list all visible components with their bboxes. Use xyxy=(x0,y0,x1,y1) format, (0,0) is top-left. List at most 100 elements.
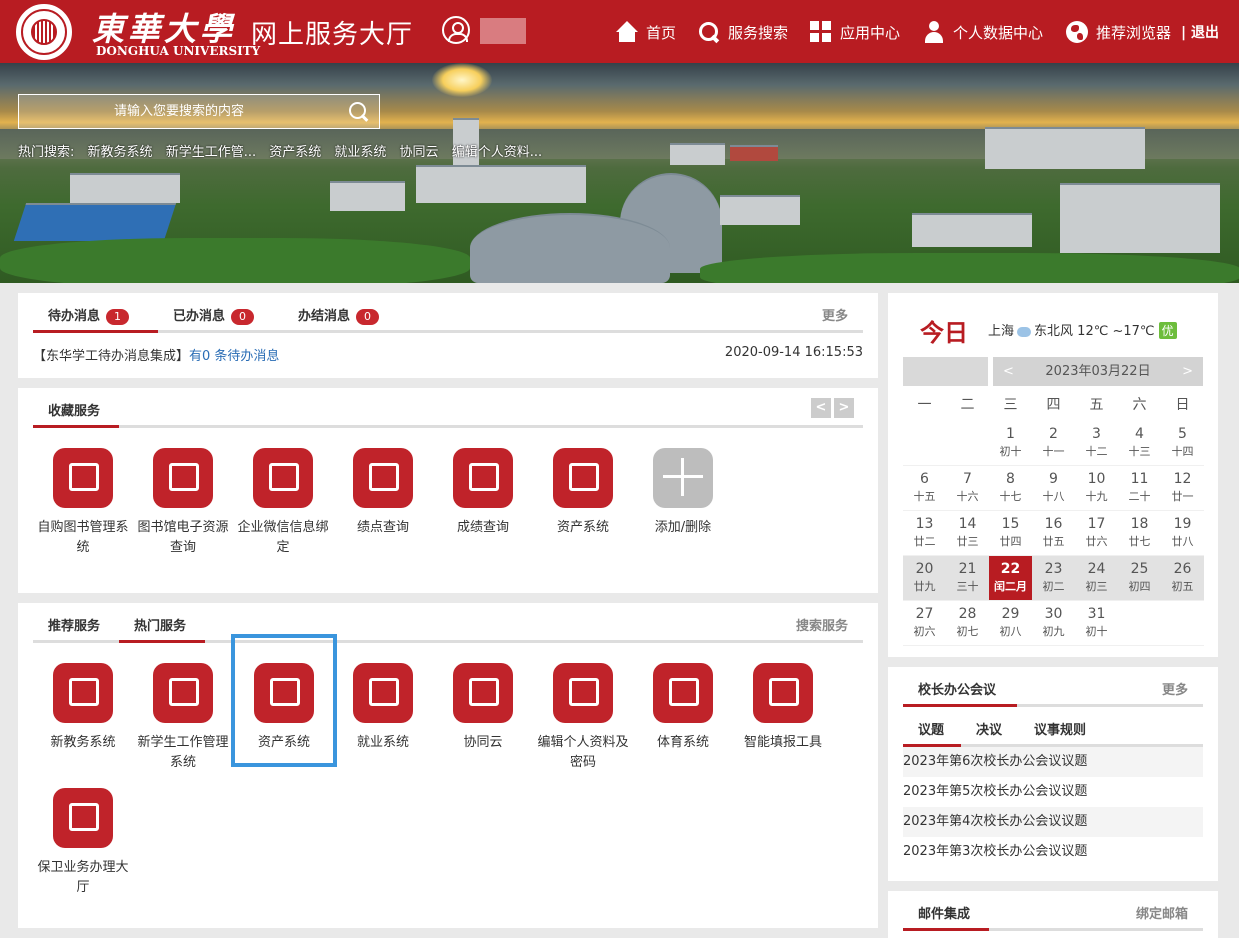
favorites-next-button[interactable]: > xyxy=(834,398,854,418)
day-number: 17 xyxy=(1087,516,1106,532)
calendar-day-cell[interactable]: 5 十四 xyxy=(1161,421,1204,466)
calendar-day-cell[interactable]: 10 十九 xyxy=(1075,466,1118,511)
calendar-day-cell[interactable]: 8 十七 xyxy=(989,466,1032,511)
service-tile[interactable]: 成绩查询 xyxy=(435,448,531,538)
calendar-day-cell[interactable]: 27 初六 xyxy=(903,601,946,646)
calendar-day-cell[interactable]: 11 二十 xyxy=(1118,466,1161,511)
calendar-today-cell[interactable]: 22 闰二月 xyxy=(989,556,1032,601)
meeting-item[interactable]: 2023年第6次校长办公会议议题 xyxy=(903,747,1203,777)
user-avatar-icon[interactable] xyxy=(442,16,470,44)
day-number: 5 xyxy=(1178,426,1187,442)
calendar-day-cell[interactable]: 24 初三 xyxy=(1075,556,1118,601)
service-tile[interactable]: 资产系统 xyxy=(535,448,631,538)
lunar-date: 廿六 xyxy=(1085,535,1108,548)
calendar-prev-button[interactable]: < xyxy=(1003,357,1014,386)
calendar-day-cell[interactable]: 17 廿六 xyxy=(1075,511,1118,556)
search-icon[interactable] xyxy=(349,102,369,122)
calendar-day-cell[interactable]: 28 初七 xyxy=(946,601,989,646)
favorites-prev-button[interactable]: < xyxy=(811,398,831,418)
day-number xyxy=(1161,601,1204,604)
hot-search-item[interactable]: 编辑个人资料... xyxy=(452,145,542,160)
calendar-day-cell[interactable]: 13 廿二 xyxy=(903,511,946,556)
service-tile[interactable]: 协同云 xyxy=(435,663,531,753)
search-services-link[interactable]: 搜索服务 xyxy=(796,615,848,634)
calendar-day-cell[interactable]: 29 初八 xyxy=(989,601,1032,646)
service-tile[interactable]: 新学生工作管理系统 xyxy=(135,663,231,773)
calendar-day-cell[interactable]: 6 十五 xyxy=(903,466,946,511)
service-tile[interactable]: 企业微信信息绑定 xyxy=(235,448,331,558)
message-link[interactable]: 有0 条待办消息 xyxy=(189,349,279,364)
tab-rules[interactable]: 议事规则 xyxy=(1034,719,1086,747)
tab-topics[interactable]: 议题 xyxy=(903,719,961,747)
hot-search-item[interactable]: 就业系统 xyxy=(334,145,386,160)
hot-search-item[interactable]: 新教务系统 xyxy=(88,145,153,160)
service-tile[interactable]: 体育系统 xyxy=(635,663,731,753)
weekday-label: 日 xyxy=(1175,397,1190,413)
hot-search-item[interactable]: 资产系统 xyxy=(269,145,321,160)
user-name-redacted[interactable] xyxy=(480,18,526,44)
service-tile[interactable]: 保卫业务办理大厅 xyxy=(35,788,131,898)
calendar-day-cell[interactable]: 15 廿四 xyxy=(989,511,1032,556)
service-tile[interactable]: 绩点查询 xyxy=(335,448,431,538)
meeting-item[interactable]: 2023年第3次校长办公会议议题 xyxy=(903,837,1203,867)
calendar-day-cell[interactable]: 21 三十 xyxy=(946,556,989,601)
service-tile[interactable]: 新教务系统 xyxy=(35,663,131,753)
calendar-day-cell[interactable]: 30 初九 xyxy=(1032,601,1075,646)
service-label: 添加/删除 xyxy=(654,520,712,535)
service-tile[interactable]: 图书馆电子资源查询 xyxy=(135,448,231,558)
messages-more-link[interactable]: 更多 xyxy=(822,305,848,324)
tab-resolutions[interactable]: 决议 xyxy=(976,719,1002,747)
calendar-day-cell[interactable]: 25 初四 xyxy=(1118,556,1161,601)
mail-panel: 邮件集成 绑定邮箱 xyxy=(888,891,1218,938)
calendar-day-cell[interactable]: 19 廿八 xyxy=(1161,511,1204,556)
calendar-day-cell[interactable]: 14 廿三 xyxy=(946,511,989,556)
lunar-date: 十五 xyxy=(913,490,936,503)
banner-search-box[interactable] xyxy=(18,94,380,129)
tab-closed[interactable]: 办结消息 0 xyxy=(298,305,380,333)
university-seal-icon[interactable] xyxy=(16,4,72,60)
nav-home[interactable]: 首页 xyxy=(616,21,676,43)
calendar-day-cell[interactable]: 23 初二 xyxy=(1032,556,1075,601)
service-tile-selected[interactable]: 资产系统 xyxy=(231,634,337,767)
weekday-label: 一 xyxy=(917,397,932,413)
hot-search-item[interactable]: 协同云 xyxy=(400,145,439,160)
nav-recommend-browser[interactable]: 推荐浏览器 xyxy=(1066,21,1171,43)
meeting-item[interactable]: 2023年第4次校长办公会议议题 xyxy=(903,807,1203,837)
calendar-day-cell[interactable]: 16 廿五 xyxy=(1032,511,1075,556)
calendar-day-cell[interactable]: 31 初十 xyxy=(1075,601,1118,646)
calendar-day-cell[interactable]: 26 初五 xyxy=(1161,556,1204,601)
calendar-next-button[interactable]: > xyxy=(1182,357,1193,386)
logout-link[interactable]: | 退出 xyxy=(1181,21,1219,43)
meetings-panel: 校长办公会议 更多 议题 决议 议事规则 2023年第6次校长办公会议议题 20… xyxy=(888,667,1218,881)
logo-english[interactable]: DONGHUA UNIVERSITY xyxy=(96,44,260,58)
nav-app-center[interactable]: 应用中心 xyxy=(810,21,900,43)
tab-done[interactable]: 已办消息 0 xyxy=(173,305,255,333)
tab-pending[interactable]: 待办消息 1 xyxy=(33,305,158,333)
hot-search-item[interactable]: 新学生工作管... xyxy=(166,145,256,160)
calendar-day-cell[interactable]: 9 十八 xyxy=(1032,466,1075,511)
banner-search-input[interactable] xyxy=(19,95,339,128)
calendar-day-cell[interactable]: 3 十二 xyxy=(1075,421,1118,466)
service-tile[interactable]: 就业系统 xyxy=(335,663,431,753)
meeting-item[interactable]: 2023年第5次校长办公会议议题 xyxy=(903,777,1203,807)
lunar-date: 廿四 xyxy=(999,535,1022,548)
service-tile[interactable]: 自购图书管理系统 xyxy=(35,448,131,558)
calendar-day-cell[interactable]: 18 廿七 xyxy=(1118,511,1161,556)
calendar-day-cell[interactable]: 1 初十 xyxy=(989,421,1032,466)
tab-recommended[interactable]: 推荐服务 xyxy=(48,615,100,643)
bind-mailbox-link[interactable]: 绑定邮箱 xyxy=(1136,903,1188,922)
service-tile[interactable]: 编辑个人资料及密码 xyxy=(535,663,631,773)
add-remove-tile[interactable]: 添加/删除 xyxy=(635,448,731,538)
calendar-day-cell[interactable]: 12 廿一 xyxy=(1161,466,1204,511)
calendar-day-cell[interactable]: 7 十六 xyxy=(946,466,989,511)
service-label: 智能填报工具 xyxy=(743,735,822,750)
calendar-day-cell[interactable]: 4 十三 xyxy=(1118,421,1161,466)
day-number: 30 xyxy=(1044,606,1063,622)
meetings-more-link[interactable]: 更多 xyxy=(1162,679,1188,698)
tab-hot[interactable]: 热门服务 xyxy=(119,615,205,643)
calendar-day-cell[interactable]: 20 廿九 xyxy=(903,556,946,601)
nav-service-search[interactable]: 服务搜索 xyxy=(698,21,788,43)
service-tile[interactable]: 智能填报工具 xyxy=(735,663,831,753)
nav-personal-data[interactable]: 个人数据中心 xyxy=(923,21,1043,43)
calendar-day-cell[interactable]: 2 十一 xyxy=(1032,421,1075,466)
